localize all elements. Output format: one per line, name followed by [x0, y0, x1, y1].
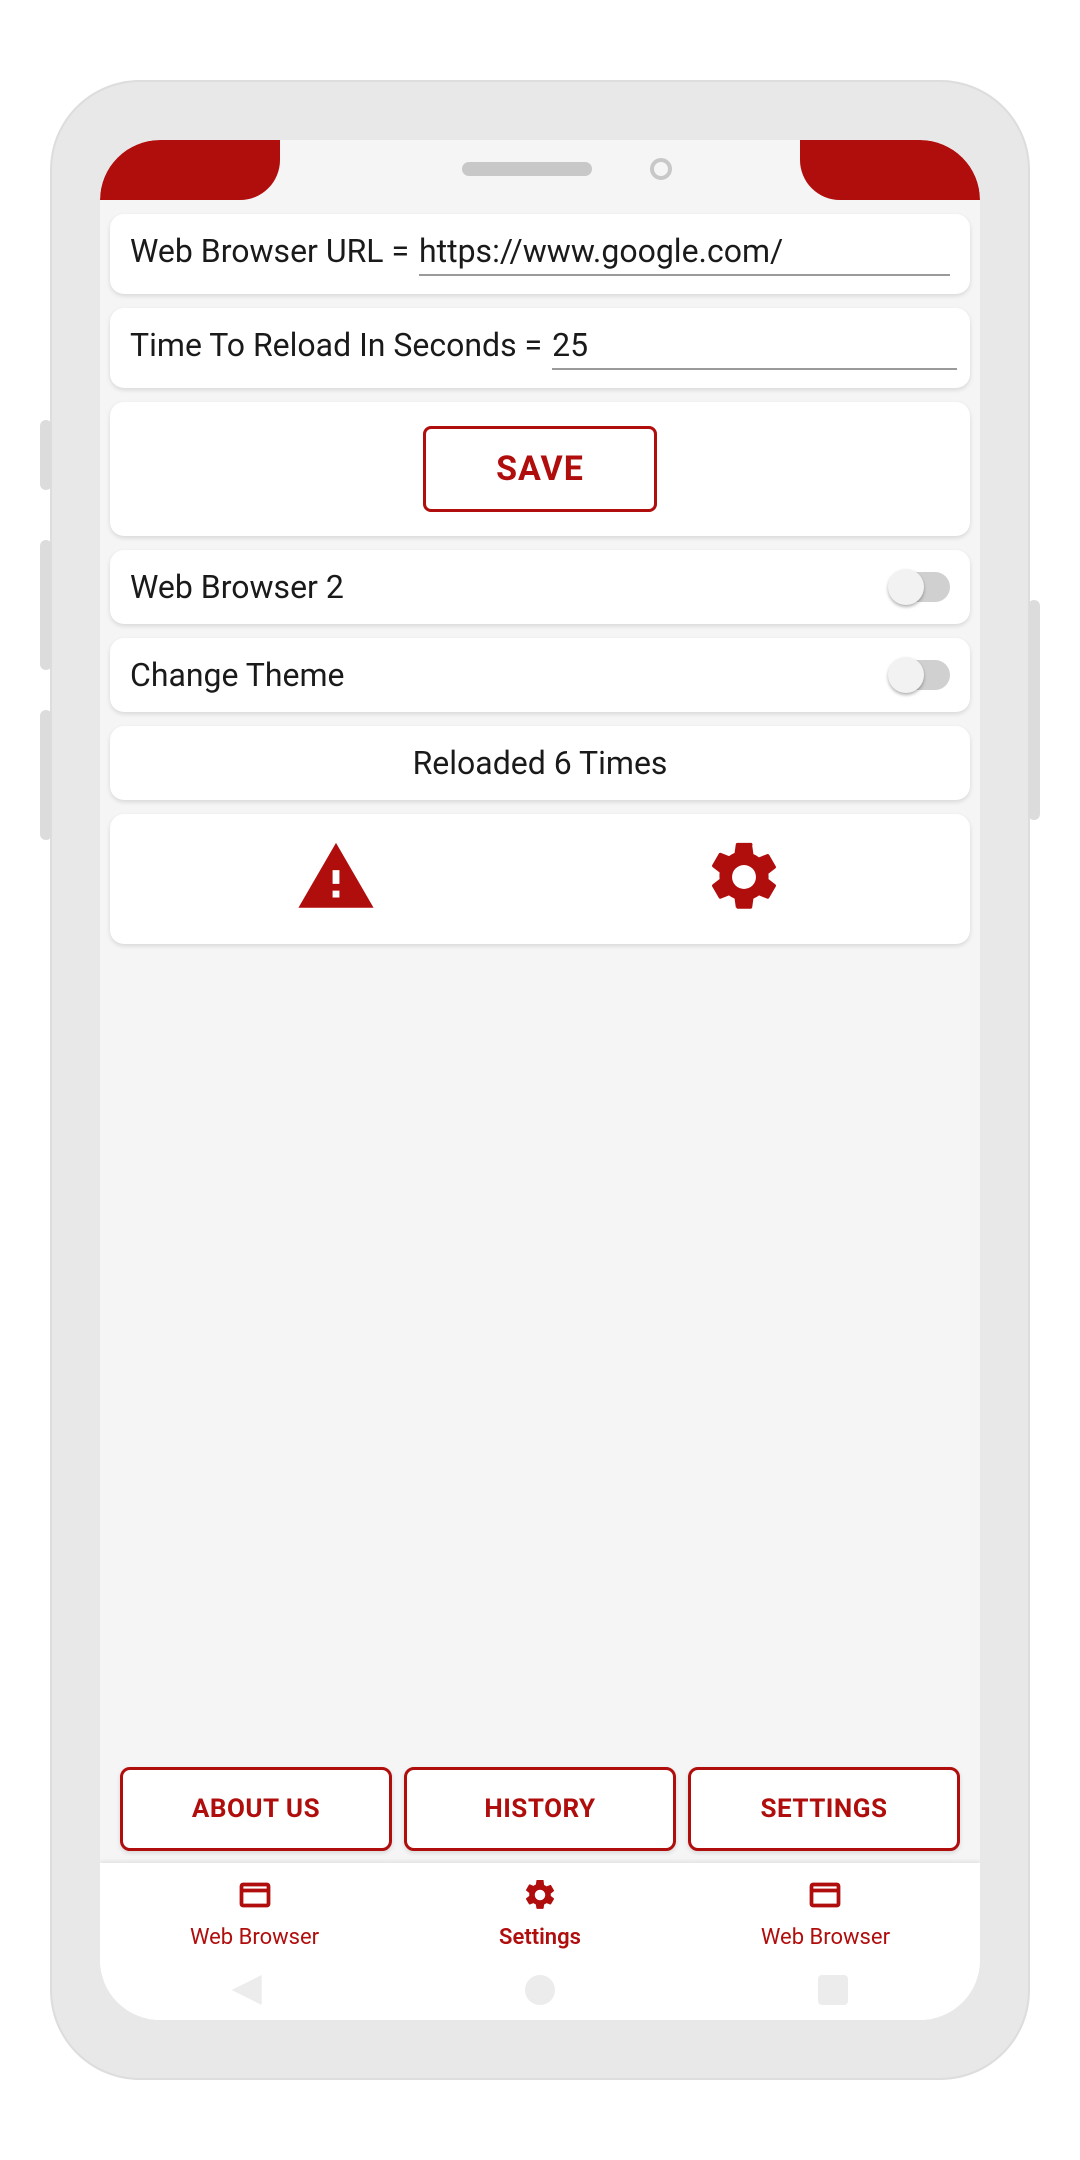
home-icon[interactable] [525, 1975, 555, 2005]
nav-label: Web Browser [190, 1925, 319, 1950]
change-theme-row: Change Theme [110, 638, 970, 712]
nav-label: Web Browser [761, 1925, 890, 1950]
recents-icon[interactable] [818, 1975, 848, 2005]
url-card: Web Browser URL = [110, 214, 970, 294]
reload-time-label: Time To Reload In Seconds = [130, 326, 542, 364]
url-label: Web Browser URL = [130, 232, 409, 270]
web-browser-2-label: Web Browser 2 [130, 568, 344, 606]
power-button [1028, 600, 1040, 820]
browser-icon [237, 1877, 273, 1919]
back-icon[interactable] [232, 1975, 262, 2005]
bottom-nav: Web Browser Settings Web Browser [100, 1863, 980, 1960]
history-button[interactable]: HISTORY [404, 1767, 676, 1851]
reload-count-text: Reloaded 6 Times [413, 744, 668, 782]
settings-button[interactable]: SETTINGS [688, 1767, 960, 1851]
nav-web-browser-left[interactable]: Web Browser [190, 1877, 319, 1950]
save-card: SAVE [110, 402, 970, 536]
status-bar [100, 140, 980, 200]
android-nav-bar [100, 1960, 980, 2020]
nav-label: Settings [499, 1925, 581, 1950]
phone-frame: Web Browser URL = Time To Reload In Seco… [50, 80, 1030, 2080]
icon-card [110, 814, 970, 944]
volume-button [40, 710, 52, 840]
web-browser-2-row: Web Browser 2 [110, 550, 970, 624]
browser-icon [807, 1877, 843, 1919]
settings-content: Web Browser URL = Time To Reload In Seco… [100, 200, 980, 1863]
web-browser-2-toggle[interactable] [890, 572, 950, 602]
reload-count-card: Reloaded 6 Times [110, 726, 970, 800]
phone-screen: Web Browser URL = Time To Reload In Seco… [100, 140, 980, 2020]
gear-icon [522, 1877, 558, 1919]
volume-button [40, 540, 52, 670]
nav-settings[interactable]: Settings [499, 1877, 581, 1950]
url-input[interactable] [419, 232, 950, 276]
reload-time-card: Time To Reload In Seconds = [110, 308, 970, 388]
warning-icon[interactable] [295, 836, 377, 922]
volume-button [40, 420, 52, 490]
change-theme-label: Change Theme [130, 656, 345, 694]
save-button[interactable]: SAVE [423, 426, 657, 512]
nav-web-browser-right[interactable]: Web Browser [761, 1877, 890, 1950]
gear-icon[interactable] [703, 836, 785, 922]
reload-time-input[interactable] [552, 326, 957, 370]
change-theme-toggle[interactable] [890, 660, 950, 690]
bottom-button-row: ABOUT US HISTORY SETTINGS [110, 1767, 970, 1863]
about-us-button[interactable]: ABOUT US [120, 1767, 392, 1851]
